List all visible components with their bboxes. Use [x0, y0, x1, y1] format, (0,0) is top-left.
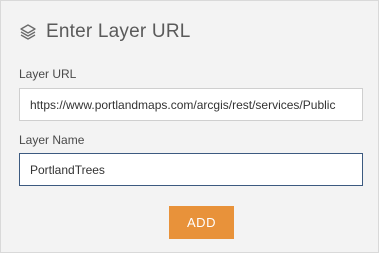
layer-url-label: Layer URL — [19, 67, 77, 81]
layer-name-label: Layer Name — [19, 133, 85, 147]
layer-url-input[interactable] — [19, 88, 363, 121]
layers-icon — [19, 23, 37, 41]
panel-title: Enter Layer URL — [46, 21, 191, 42]
add-button[interactable]: ADD — [169, 206, 234, 239]
panel-header: Enter Layer URL — [19, 21, 191, 43]
add-layer-panel: Enter Layer URL Layer URL Layer Name ADD — [0, 0, 379, 253]
layer-name-input[interactable] — [19, 153, 363, 186]
